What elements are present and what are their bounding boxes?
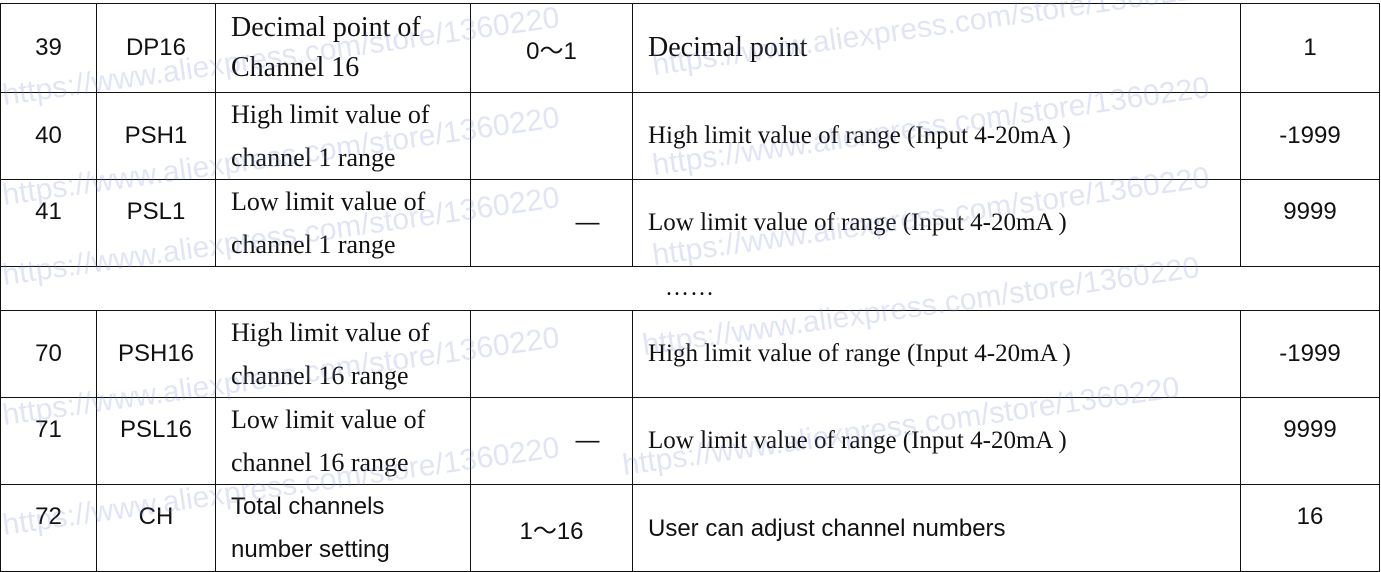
row-number: 70	[0, 310, 97, 398]
ellipsis: ……	[0, 266, 1380, 311]
table-row: 70 PSH16 High limit value of channel 16 …	[0, 310, 1380, 398]
param-name: High limit value of channel 16 range	[215, 310, 471, 398]
row-number: 39	[0, 3, 97, 93]
param-code: PSH16	[96, 310, 216, 398]
param-description: Low limit value of range (Input 4-20mA )	[632, 397, 1241, 485]
table-row: 41 PSL1 Low limit value of channel 1 ran…	[0, 179, 1380, 267]
default-value: 9999	[1240, 179, 1380, 267]
param-code: PSH1	[96, 92, 216, 180]
param-description: User can adjust channel numbers	[632, 484, 1241, 572]
param-description: High limit value of range (Input 4-20mA …	[632, 310, 1241, 398]
default-value: 9999	[1240, 397, 1380, 485]
default-value: 1	[1240, 3, 1380, 93]
table-row: 40 PSH1 High limit value of channel 1 ra…	[0, 92, 1380, 180]
param-name: Low limit value of channel 1 range	[215, 179, 471, 267]
param-name: High limit value of channel 1 range	[215, 92, 471, 180]
default-value: 16	[1240, 484, 1380, 572]
param-name: Low limit value of channel 16 range	[215, 397, 471, 485]
row-number: 41	[0, 179, 97, 267]
table-row: 72 CH Total channels number setting 1～16…	[0, 484, 1380, 572]
setting-range: —	[470, 397, 633, 485]
param-description: Low limit value of range (Input 4-20mA )	[632, 179, 1241, 267]
default-value: -1999	[1240, 92, 1380, 180]
param-code: PSL16	[96, 397, 216, 485]
row-number: 71	[0, 397, 97, 485]
param-name: Decimal point of Channel 16	[215, 3, 471, 93]
row-number: 72	[0, 484, 97, 572]
param-code: DP16	[96, 3, 216, 93]
setting-range: —	[470, 179, 633, 267]
table-row: 71 PSL16 Low limit value of channel 16 r…	[0, 397, 1380, 485]
default-value: -1999	[1240, 310, 1380, 398]
parameter-table: 39 DP16 Decimal point of Channel 16 0～1 …	[0, 3, 1380, 572]
table-row: 39 DP16 Decimal point of Channel 16 0～1 …	[0, 3, 1380, 93]
param-description: High limit value of range (Input 4-20mA …	[632, 92, 1241, 180]
row-number: 40	[0, 92, 97, 180]
setting-range	[470, 310, 633, 398]
param-name: Total channels number setting	[215, 484, 471, 572]
param-code: PSL1	[96, 179, 216, 267]
param-description: Decimal point	[632, 3, 1241, 93]
setting-range: 1～16	[470, 484, 633, 572]
param-code: CH	[96, 484, 216, 572]
table-row-ellipsis: ……	[0, 266, 1380, 311]
setting-range: 0～1	[470, 3, 633, 93]
setting-range	[470, 92, 633, 180]
